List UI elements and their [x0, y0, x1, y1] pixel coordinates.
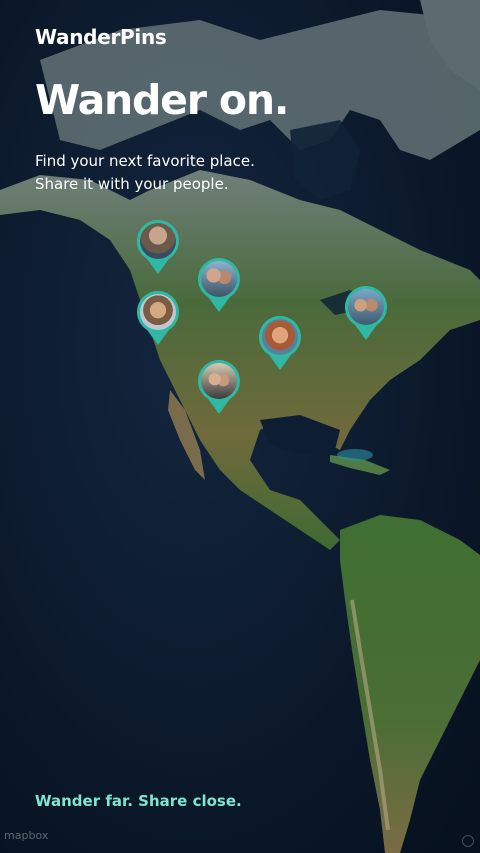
- map-attribution[interactable]: mapbox: [4, 829, 48, 842]
- app-logo: WanderPins: [35, 25, 167, 49]
- app-screen: WanderPins Wander on. Find your next fav…: [0, 0, 480, 853]
- page-title: Wander on.: [35, 76, 289, 124]
- info-icon[interactable]: [462, 835, 474, 847]
- person-photo: [262, 319, 298, 355]
- person-photo: [140, 223, 176, 259]
- pin-oregon-coast[interactable]: [135, 289, 181, 347]
- caribbean-shallows: [337, 449, 373, 461]
- people-photo: [201, 363, 237, 399]
- pin-great-lakes[interactable]: [343, 284, 389, 342]
- bottom-slogan: Wander far. Share close.: [35, 792, 242, 810]
- pin-southwest[interactable]: [196, 358, 242, 416]
- pin-idaho[interactable]: [196, 256, 242, 314]
- pin-colorado[interactable]: [257, 314, 303, 372]
- tagline: Find your next favorite place. Share it …: [35, 150, 255, 196]
- tagline-line-1: Find your next favorite place.: [35, 152, 255, 170]
- person-photo: [140, 294, 176, 330]
- pin-pacific-northwest[interactable]: [135, 218, 181, 276]
- world-map[interactable]: [0, 0, 480, 853]
- tagline-line-2: Share it with your people.: [35, 175, 229, 193]
- people-photo: [201, 261, 237, 297]
- people-photo: [348, 289, 384, 325]
